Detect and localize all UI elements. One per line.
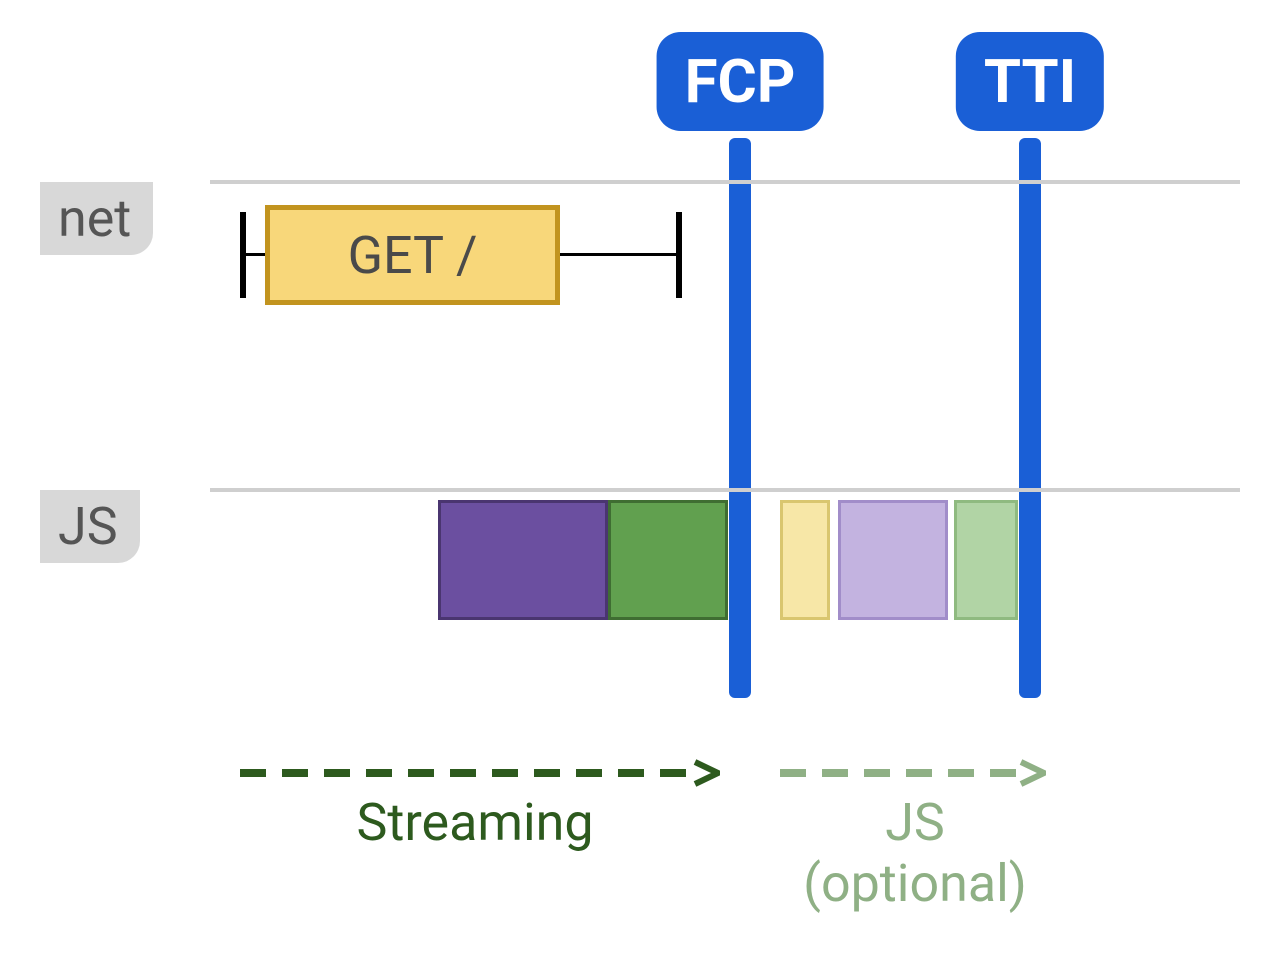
streaming-phase-label: Streaming xyxy=(330,792,620,853)
net-track-rule xyxy=(210,180,1240,184)
js-block-purple xyxy=(438,500,608,620)
js-optional-phase-label: JS (optional) xyxy=(800,792,1030,914)
marker-fcp-badge: FCP xyxy=(657,32,824,131)
js-optional-label-bottom: (optional) xyxy=(800,853,1030,914)
js-block-green xyxy=(608,500,728,620)
js-block-green-light xyxy=(954,500,1018,620)
js-block-purple-light xyxy=(838,500,948,620)
marker-tti-line xyxy=(1019,138,1041,698)
js-track-label: JS xyxy=(40,490,140,563)
js-block-yellow-light xyxy=(780,500,830,620)
js-optional-arrow-icon xyxy=(780,758,1046,788)
net-request-label: GET / xyxy=(348,225,478,286)
rendering-timeline-diagram: FCP TTI net GET / JS Streaming JS (optio… xyxy=(40,20,1240,940)
marker-fcp-line xyxy=(729,138,751,698)
net-request-box: GET / xyxy=(265,205,560,305)
streaming-arrow-icon xyxy=(240,758,720,788)
marker-tti-badge: TTI xyxy=(956,32,1104,131)
net-track-label: net xyxy=(40,182,153,255)
js-optional-label-top: JS xyxy=(800,792,1030,853)
js-track-rule xyxy=(210,488,1240,492)
